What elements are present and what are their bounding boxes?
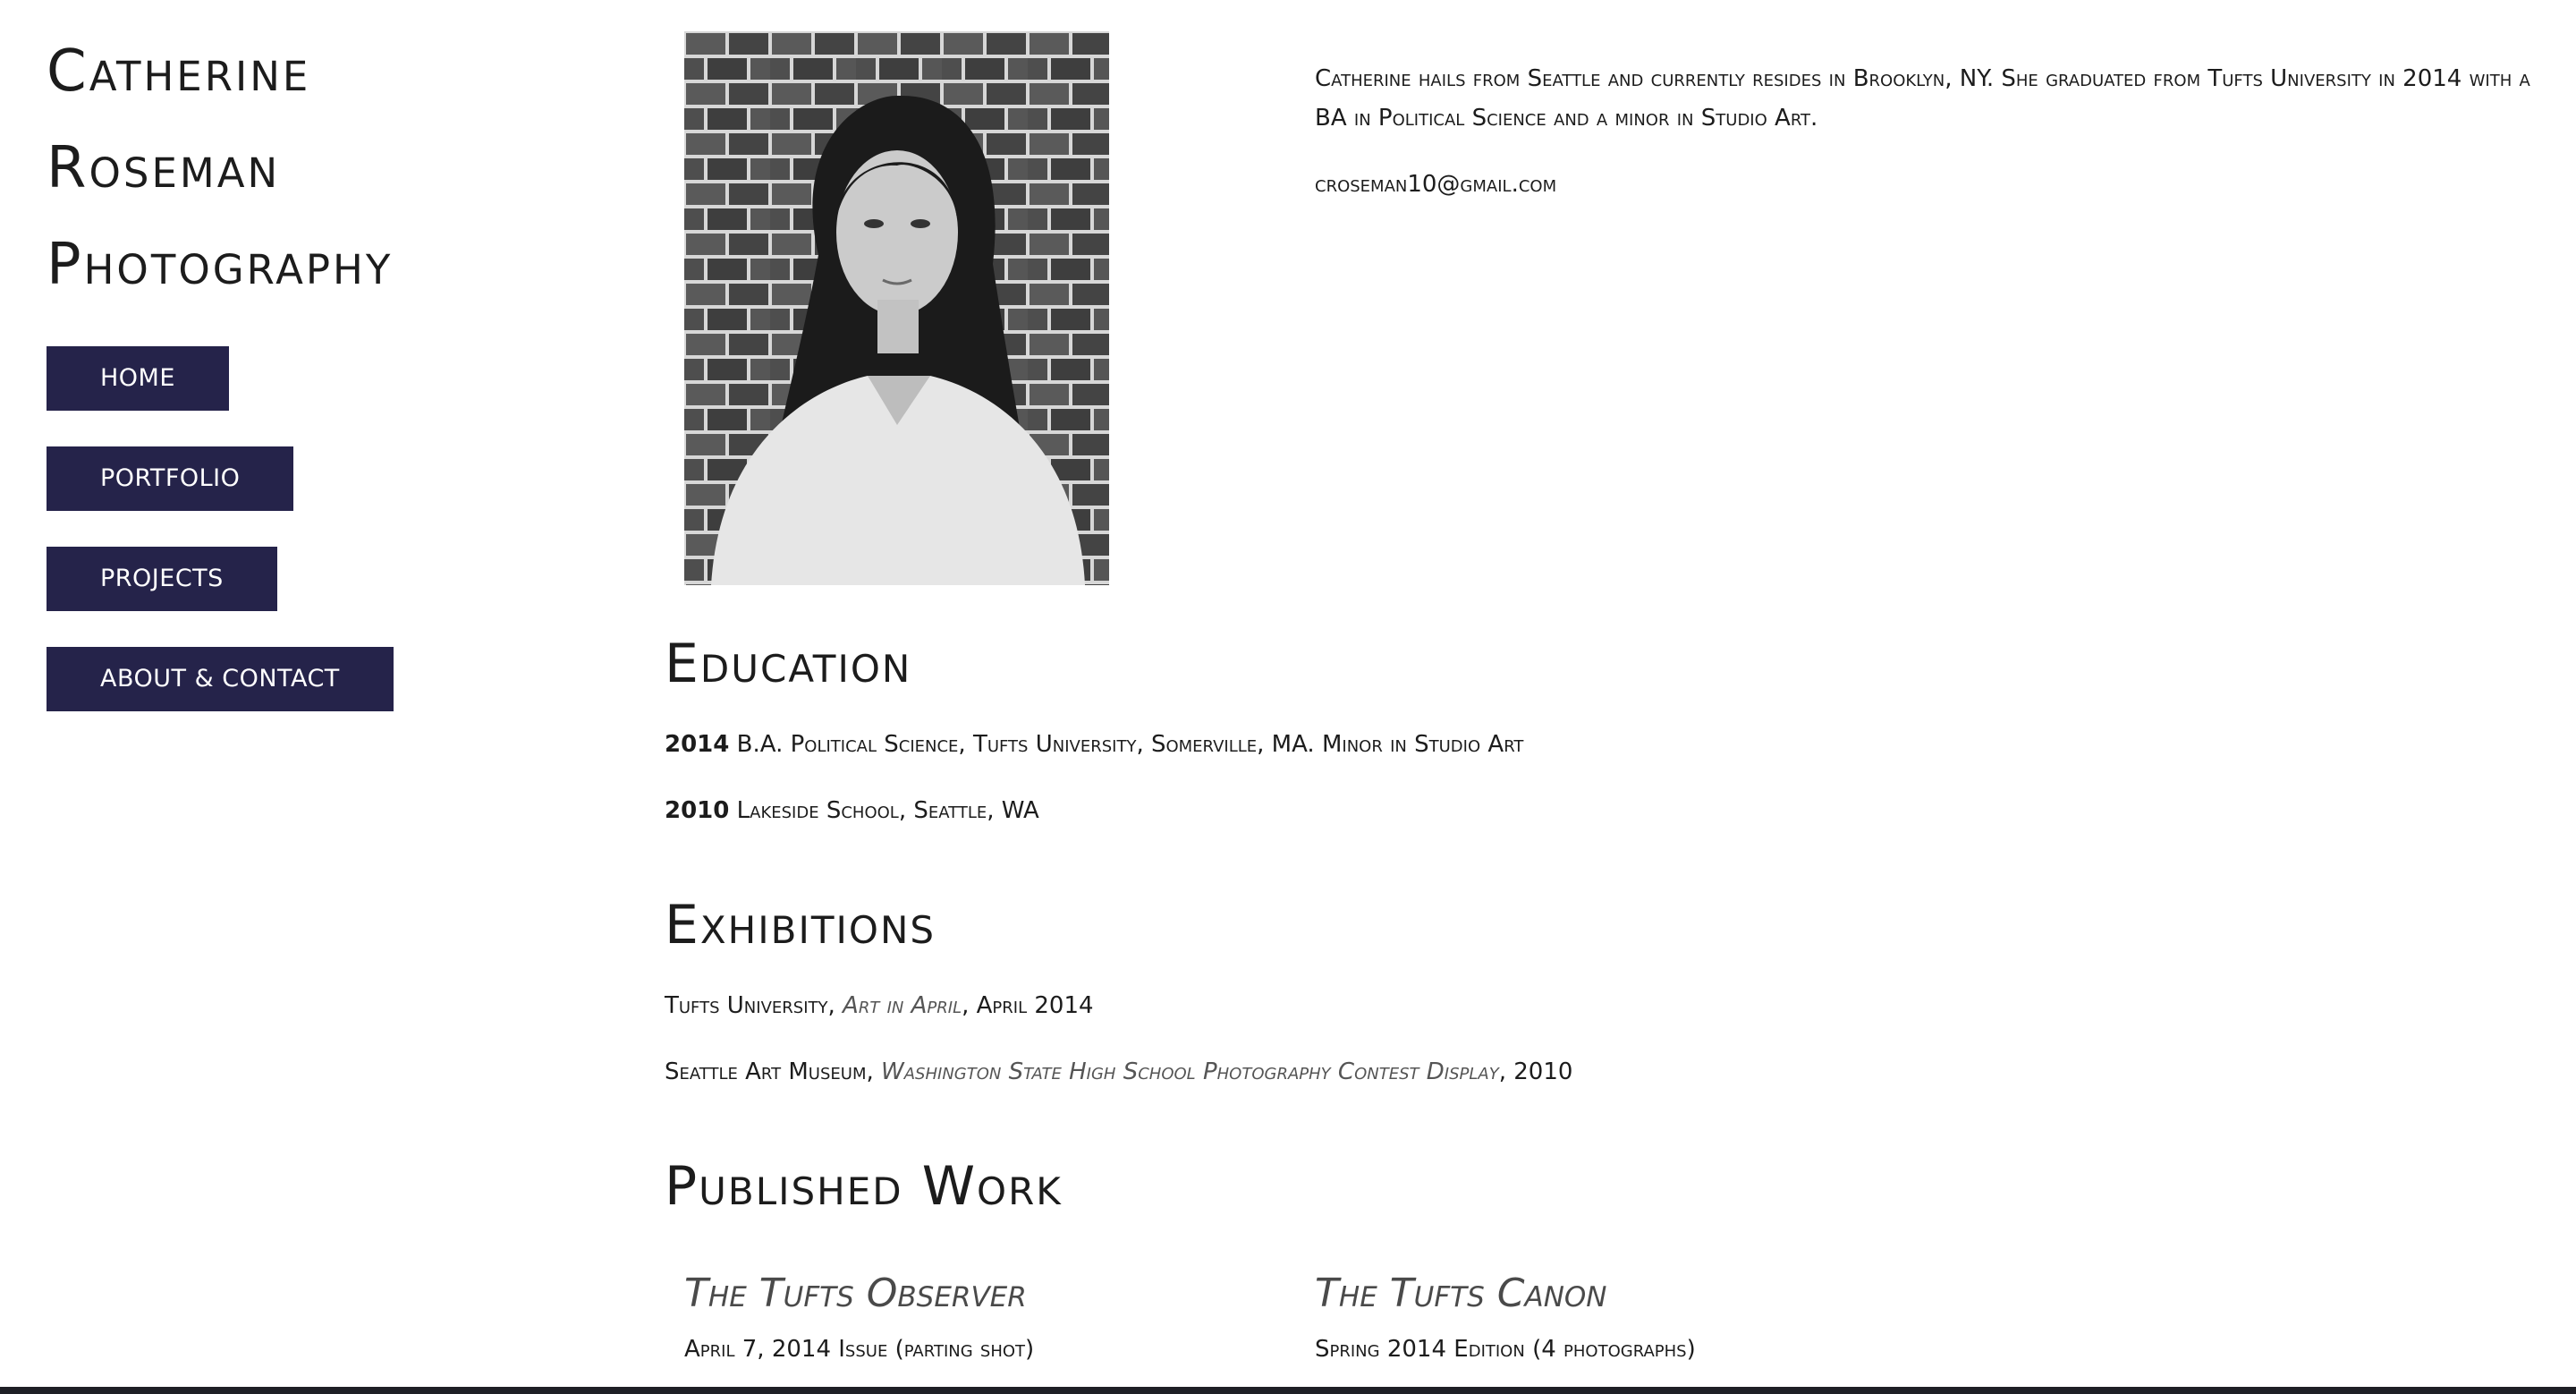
site-title[interactable]: Catherine Roseman Photography — [47, 23, 393, 313]
education-entry: 2010 Lakeside School, Seattle, WA — [665, 793, 1039, 829]
site-title-line: Roseman — [47, 135, 281, 201]
publication-item: The Tufts Observer April 7, 2014 Issue (… — [684, 1258, 1034, 1369]
exhibition-date: , April 2014 — [962, 992, 1094, 1019]
exhibition-entry: Seattle Art Museum, Washington State Hig… — [665, 1054, 1572, 1090]
publication-title: The Tufts Canon — [1315, 1271, 1607, 1316]
publication-detail: Spring 2014 Edition (4 photographs) — [1315, 1336, 1696, 1363]
exhibitions-heading: Exhibitions — [665, 894, 936, 956]
exhibition-show: Washington State High School Photography… — [881, 1058, 1499, 1085]
exhibition-entry: Tufts University, Art in April, April 20… — [665, 988, 1094, 1024]
exhibition-show: Art in April — [843, 992, 962, 1019]
education-year: 2010 — [665, 797, 730, 824]
exhibition-date: , 2010 — [1498, 1058, 1573, 1085]
site-title-line: Catherine — [47, 38, 311, 105]
exhibition-venue: Seattle Art Museum, — [665, 1058, 874, 1085]
nav-portfolio-button[interactable]: PORTFOLIO — [47, 446, 294, 511]
education-entry: 2014 B.A. Political Science, Tufts Unive… — [665, 727, 1523, 762]
portrait-photo-graphic — [684, 31, 1109, 585]
education-heading: Education — [665, 633, 912, 695]
exhibition-venue: Tufts University, — [665, 992, 835, 1019]
publication-detail: April 7, 2014 Issue (parting shot) — [684, 1336, 1035, 1363]
portrait-photo — [684, 31, 1109, 585]
education-text: Lakeside School, Seattle, WA — [736, 797, 1039, 824]
site-title-line: Photography — [47, 232, 394, 298]
nav-projects-button[interactable]: PROJECTS — [47, 547, 277, 611]
education-year: 2014 — [665, 731, 730, 758]
published-work-heading: Published Work — [665, 1155, 1063, 1218]
nav-home-button[interactable]: HOME — [47, 346, 229, 411]
main-nav: HOME PORTFOLIO PROJECTS ABOUT & CONTACT — [47, 346, 394, 711]
education-text: B.A. Political Science, Tufts University… — [736, 731, 1524, 758]
window-bottom-edge — [0, 1387, 2576, 1394]
nav-about-contact-button[interactable]: ABOUT & CONTACT — [47, 647, 394, 711]
email-link[interactable]: croseman10@gmail.com — [1315, 165, 1556, 204]
publication-item: The Tufts Canon Spring 2014 Edition (4 p… — [1315, 1258, 1696, 1369]
publication-title: The Tufts Observer — [684, 1271, 1027, 1316]
bio-text: Catherine hails from Seattle and current… — [1315, 65, 2530, 132]
